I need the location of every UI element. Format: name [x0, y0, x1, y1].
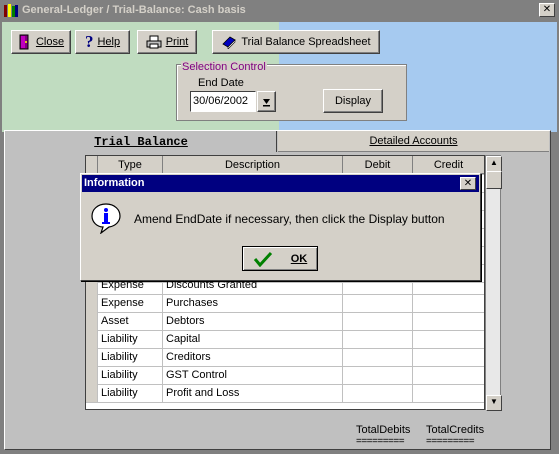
- ok-button[interactable]: OK: [242, 246, 318, 271]
- help-label: Help: [97, 36, 121, 48]
- cell-description[interactable]: Capital: [163, 330, 343, 348]
- cell-credit[interactable]: [413, 366, 484, 384]
- grid-vertical-scrollbar[interactable]: ▲ ▼: [485, 155, 502, 411]
- total-credits-rule: =========: [426, 436, 475, 447]
- tab-detailed-accounts-label: Detailed Accounts: [369, 135, 458, 147]
- cell-description[interactable]: Debtors: [163, 312, 343, 330]
- row-selector[interactable]: [86, 384, 98, 402]
- close-icon: ✕: [463, 178, 473, 189]
- checkmark-icon: [253, 251, 272, 267]
- question-mark-icon: ?: [84, 32, 94, 51]
- door-exit-icon: [19, 34, 29, 50]
- cell-description[interactable]: Purchases: [163, 294, 343, 312]
- cell-debit[interactable]: [343, 366, 413, 384]
- window-close-button[interactable]: ✕: [539, 3, 555, 17]
- chevron-down-icon: [263, 98, 270, 106]
- dialog-title: Information: [84, 177, 145, 189]
- help-button[interactable]: ? Help: [75, 30, 130, 54]
- cell-debit[interactable]: [343, 348, 413, 366]
- cell-debit[interactable]: [343, 384, 413, 402]
- total-debits-rule: =========: [356, 436, 405, 447]
- table-row[interactable]: Liability Capital: [86, 330, 484, 349]
- column-header-type[interactable]: Type: [98, 156, 163, 174]
- end-date-dropdown-button[interactable]: [257, 91, 276, 112]
- cell-debit[interactable]: [343, 330, 413, 348]
- table-row[interactable]: Expense Purchases: [86, 294, 484, 313]
- table-row[interactable]: Asset Debtors: [86, 312, 484, 331]
- scroll-up-button[interactable]: ▲: [486, 156, 502, 172]
- scroll-down-button[interactable]: ▼: [486, 395, 502, 411]
- close-label: Close: [35, 36, 65, 48]
- arrow-down-icon: ▼: [490, 397, 498, 406]
- tab-detailed-accounts[interactable]: Detailed Accounts: [278, 131, 549, 152]
- cell-debit[interactable]: [343, 312, 413, 330]
- spreadsheet-label: Trial Balance Spreadsheet: [241, 36, 371, 48]
- cell-credit[interactable]: [413, 330, 484, 348]
- column-header-description[interactable]: Description: [163, 156, 343, 174]
- scrollbar-thumb[interactable]: [486, 171, 502, 189]
- cell-description[interactable]: Profit and Loss: [163, 384, 343, 402]
- ok-label: OK: [290, 252, 308, 265]
- row-selector[interactable]: [86, 366, 98, 384]
- cell-type[interactable]: Liability: [98, 366, 163, 384]
- trial-balance-spreadsheet-button[interactable]: Trial Balance Spreadsheet: [212, 30, 380, 54]
- row-selector[interactable]: [86, 330, 98, 348]
- cell-description[interactable]: GST Control: [163, 366, 343, 384]
- row-selector[interactable]: [86, 294, 98, 312]
- cell-type[interactable]: Expense: [98, 294, 163, 312]
- cell-credit[interactable]: [413, 312, 484, 330]
- cell-type[interactable]: Liability: [98, 348, 163, 366]
- row-selector[interactable]: [86, 312, 98, 330]
- print-label: Print: [165, 36, 189, 48]
- close-button[interactable]: Close: [11, 30, 71, 54]
- cell-credit[interactable]: [413, 294, 484, 312]
- table-row[interactable]: Liability GST Control: [86, 366, 484, 385]
- close-icon: ✕: [542, 4, 552, 15]
- print-button[interactable]: Print: [137, 30, 197, 54]
- selection-control-title: Selection Control: [181, 61, 267, 73]
- row-selector-header: [86, 156, 98, 174]
- printer-icon: [146, 35, 162, 49]
- dialog-close-button[interactable]: ✕: [460, 177, 476, 190]
- cell-type[interactable]: Liability: [98, 330, 163, 348]
- table-row[interactable]: Liability Profit and Loss: [86, 384, 484, 403]
- arrow-up-icon: ▲: [490, 158, 498, 167]
- cell-credit[interactable]: [413, 348, 484, 366]
- end-date-label: End Date: [198, 77, 244, 89]
- cell-credit[interactable]: [413, 384, 484, 402]
- tab-trial-balance-label: Trial Balance: [94, 134, 188, 149]
- books-app-icon: [4, 4, 18, 17]
- column-header-credit[interactable]: Credit: [413, 156, 484, 174]
- end-date-field[interactable]: 30/06/2002: [190, 91, 256, 112]
- table-row[interactable]: Liability Creditors: [86, 348, 484, 367]
- cell-debit[interactable]: [343, 294, 413, 312]
- tab-trial-balance[interactable]: Trial Balance: [6, 131, 277, 152]
- dialog-message: Amend EndDate if necessary, then click t…: [134, 212, 445, 226]
- window-title: General-Ledger / Trial-Balance: Cash bas…: [22, 4, 246, 16]
- display-button[interactable]: Display: [323, 89, 383, 113]
- row-selector[interactable]: [86, 348, 98, 366]
- column-header-debit[interactable]: Debit: [343, 156, 413, 174]
- book-icon: [222, 36, 237, 49]
- display-label: Display: [334, 95, 372, 107]
- cell-description[interactable]: Creditors: [163, 348, 343, 366]
- total-credits-label: TotalCredits: [426, 424, 485, 436]
- cell-type[interactable]: Liability: [98, 384, 163, 402]
- cell-type[interactable]: Asset: [98, 312, 163, 330]
- information-icon: [91, 203, 121, 234]
- total-debits-label: TotalDebits: [356, 424, 411, 436]
